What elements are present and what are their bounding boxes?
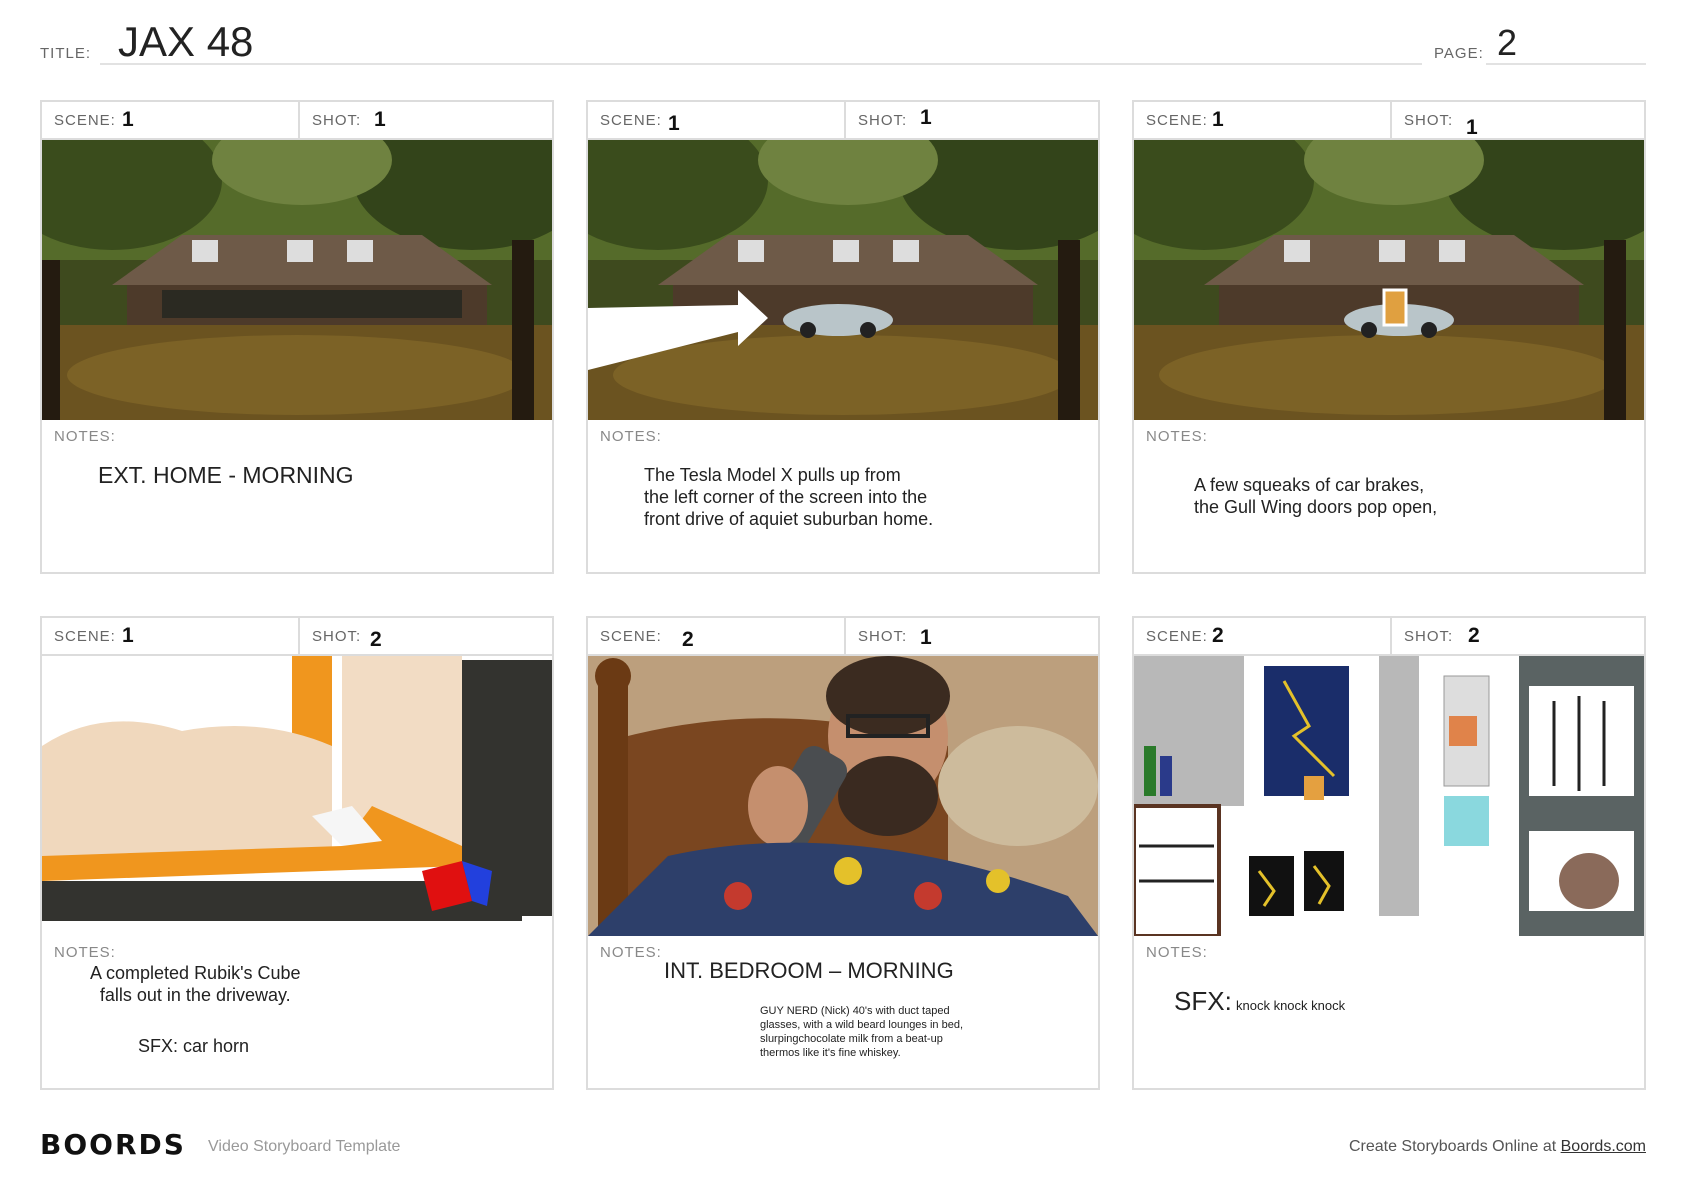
page-label: PAGE: bbox=[1434, 45, 1484, 62]
frame-image-house-exterior[interactable] bbox=[42, 140, 552, 420]
shot-label: SHOT: bbox=[312, 628, 362, 645]
scene-number[interactable]: 1 bbox=[122, 624, 134, 648]
scene-number[interactable]: 2 bbox=[682, 628, 694, 652]
panel-header: SCENE: 1 SHOT: 1 bbox=[588, 102, 1098, 140]
header-divider bbox=[1390, 618, 1392, 654]
scene-label: SCENE: bbox=[1146, 628, 1208, 645]
notes-label: NOTES: bbox=[600, 944, 662, 961]
footer-cta-text: Create Storyboards Online at bbox=[1348, 1138, 1561, 1155]
panel-header: SCENE: 2 SHOT: 2 bbox=[1134, 618, 1644, 656]
storyboard-panel-3[interactable]: SCENE: 1 SHOT: 1 NOTES: A few squeaks of bbox=[1132, 100, 1646, 574]
panel-header: SCENE: 1 SHOT: 1 bbox=[1134, 102, 1644, 140]
title-label: TITLE: bbox=[40, 45, 92, 62]
note-text[interactable]: A few squeaks of car brakes, the Gull Wi… bbox=[1194, 474, 1437, 518]
scene-number[interactable]: 1 bbox=[122, 108, 134, 132]
notes-label: NOTES: bbox=[54, 428, 116, 445]
shot-number[interactable]: 1 bbox=[920, 626, 932, 650]
storyboard-panel-4[interactable]: SCENE: 1 SHOT: 2 NOTES: A completed Rubi… bbox=[40, 616, 554, 1090]
note-description[interactable]: GUY NERD (Nick) 40's with duct taped gla… bbox=[760, 1004, 963, 1060]
frame-image-house-car-doors-open[interactable] bbox=[1134, 140, 1644, 420]
panel-header: SCENE: 1 SHOT: 2 bbox=[42, 618, 552, 656]
notes-label: NOTES: bbox=[600, 428, 662, 445]
note-heading[interactable]: INT. BEDROOM – MORNING bbox=[664, 958, 954, 984]
storyboard-panel-2[interactable]: SCENE: 1 SHOT: 1 NOTES: The Tesla Model … bbox=[586, 100, 1100, 574]
title-underline bbox=[100, 63, 1422, 65]
shot-number[interactable]: 2 bbox=[370, 628, 382, 652]
scene-label: SCENE: bbox=[600, 112, 662, 129]
frame-image-closet-sketch[interactable] bbox=[1134, 656, 1644, 936]
shot-label: SHOT: bbox=[312, 112, 362, 129]
shot-number[interactable]: 2 bbox=[1468, 624, 1480, 648]
scene-number[interactable]: 2 bbox=[1212, 624, 1224, 648]
storyboard-panel-5[interactable]: SCENE: 2 SHOT: 1 NOTES: INT. BEDROOM – M… bbox=[586, 616, 1100, 1090]
scene-label: SCENE: bbox=[54, 112, 116, 129]
shot-label: SHOT: bbox=[858, 628, 908, 645]
template-subtitle: Video Storyboard Template bbox=[208, 1138, 401, 1155]
page-number[interactable]: 2 bbox=[1497, 22, 1517, 64]
header-divider bbox=[1390, 102, 1392, 138]
scene-number[interactable]: 1 bbox=[668, 112, 680, 136]
boords-logo[interactable]: BOORDS bbox=[40, 1128, 186, 1161]
note-text[interactable]: The Tesla Model X pulls up from the left… bbox=[644, 464, 933, 530]
sfx-text[interactable]: SFX: car horn bbox=[138, 1036, 249, 1057]
sfx-label[interactable]: SFX: bbox=[1174, 986, 1232, 1017]
panel-header: SCENE: 2 SHOT: 1 bbox=[588, 618, 1098, 656]
shot-number[interactable]: 1 bbox=[374, 108, 386, 132]
note-text[interactable]: EXT. HOME - MORNING bbox=[98, 462, 354, 489]
shot-label: SHOT: bbox=[1404, 628, 1454, 645]
shot-number[interactable]: 1 bbox=[920, 106, 932, 130]
header-divider bbox=[844, 102, 846, 138]
scene-label: SCENE: bbox=[54, 628, 116, 645]
scene-label: SCENE: bbox=[1146, 112, 1208, 129]
frame-image-rubiks-cube-sketch[interactable] bbox=[42, 656, 552, 936]
header-divider bbox=[844, 618, 846, 654]
scene-label: SCENE: bbox=[600, 628, 662, 645]
storyboard-title[interactable]: JAX 48 bbox=[118, 18, 253, 66]
storyboard-panel-1[interactable]: SCENE: 1 SHOT: 1 NOTES: EXT. HOME - MORN… bbox=[40, 100, 554, 574]
shot-label: SHOT: bbox=[1404, 112, 1454, 129]
storyboard-panel-6[interactable]: SCENE: 2 SHOT: 2 NOTES: SFX: knock knock… bbox=[1132, 616, 1646, 1090]
notes-label: NOTES: bbox=[1146, 944, 1208, 961]
scene-number[interactable]: 1 bbox=[1212, 108, 1224, 132]
panel-header: SCENE: 1 SHOT: 1 bbox=[42, 102, 552, 140]
header-divider bbox=[298, 618, 300, 654]
note-text[interactable]: A completed Rubik's Cube falls out in th… bbox=[90, 962, 301, 1006]
sfx-text[interactable]: knock knock knock bbox=[1236, 998, 1345, 1013]
shot-number[interactable]: 1 bbox=[1466, 116, 1478, 140]
footer-cta: Create Storyboards Online at Boords.com bbox=[1349, 1138, 1646, 1156]
notes-label: NOTES: bbox=[1146, 428, 1208, 445]
header-divider bbox=[298, 102, 300, 138]
frame-image-man-drinking-in-bed[interactable] bbox=[588, 656, 1098, 936]
frame-image-house-car-arriving[interactable] bbox=[588, 140, 1098, 420]
notes-label: NOTES: bbox=[54, 944, 116, 961]
shot-label: SHOT: bbox=[858, 112, 908, 129]
page-underline bbox=[1486, 63, 1646, 65]
boords-link[interactable]: Boords.com bbox=[1561, 1138, 1646, 1155]
